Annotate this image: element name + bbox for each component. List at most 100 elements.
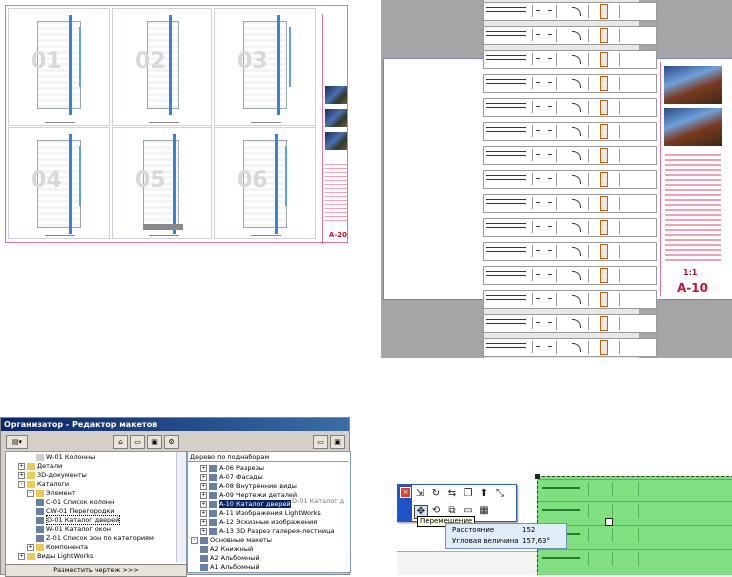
- tree-item[interactable]: + A-08 Внутренние виды: [200, 482, 297, 490]
- expand-icon[interactable]: +: [27, 543, 34, 551]
- row-mark: [548, 322, 552, 323]
- scrollbar[interactable]: [176, 452, 186, 562]
- new-folder-icon[interactable]: ▭: [130, 435, 145, 449]
- multiply-icon[interactable]: ▦: [478, 505, 490, 517]
- tracker-value[interactable]: 152: [522, 525, 535, 535]
- place-drawing-button[interactable]: Разместить чертеж >>>: [5, 564, 187, 577]
- tree-item[interactable]: W-01 Колонны: [36, 453, 95, 461]
- drawing-cell-3[interactable]: 03: [214, 8, 316, 126]
- tree-item[interactable]: + A-10 Каталог дверей: [200, 500, 291, 508]
- drawing-cell-2[interactable]: 02: [112, 8, 212, 126]
- expand-icon[interactable]: +: [18, 471, 25, 479]
- settings-icon[interactable]: ⚙: [164, 435, 179, 449]
- tree-item[interactable]: + A-07 Фасады: [200, 473, 263, 481]
- row-divider: [556, 173, 557, 186]
- view-icon: [209, 473, 217, 481]
- tree-item[interactable]: A2 Альбомный: [200, 554, 260, 562]
- row-divider: [556, 149, 557, 162]
- schedule-row: [538, 549, 732, 568]
- drawing-cell-5[interactable]: 05: [112, 127, 212, 239]
- expand-icon[interactable]: +: [200, 473, 207, 481]
- row-divider: [588, 149, 589, 162]
- collapse-icon[interactable]: -: [191, 536, 198, 544]
- home-icon[interactable]: ⌂: [113, 435, 128, 449]
- expand-icon[interactable]: +: [200, 464, 207, 472]
- tree-item[interactable]: + Компонента: [27, 543, 88, 551]
- view-icon: [209, 509, 217, 517]
- close-icon[interactable]: ×: [400, 487, 411, 498]
- row-divider: [532, 317, 543, 329]
- resize-icon[interactable]: ⤡: [494, 488, 506, 500]
- expand-icon[interactable]: +: [200, 509, 207, 517]
- row-divider: [588, 317, 589, 330]
- expand-icon[interactable]: +: [200, 482, 207, 490]
- tree-item[interactable]: + A-13 3D Разрез галерея-лестница: [200, 527, 335, 535]
- elevate-icon[interactable]: ⬆: [478, 488, 490, 500]
- selection-handle[interactable]: [535, 474, 540, 479]
- tree-item[interactable]: + A-06 Разрезы: [200, 464, 264, 472]
- drag-icon[interactable]: ⇲: [414, 488, 426, 500]
- row-mark: [536, 10, 540, 11]
- row-line: [486, 103, 526, 104]
- row-divider: [588, 101, 589, 114]
- row-mark: [536, 274, 540, 275]
- expand-icon[interactable]: +: [200, 518, 207, 526]
- tracker-value[interactable]: 157,63°: [522, 536, 550, 546]
- tree-item[interactable]: C-01 Список колонн: [36, 498, 114, 506]
- palette-handle[interactable]: ×: [398, 485, 412, 521]
- collapse-icon[interactable]: -: [18, 480, 25, 488]
- drawing-cell-1[interactable]: 01: [8, 8, 110, 126]
- schedule-row: [538, 501, 732, 520]
- selection-handle[interactable]: [605, 518, 613, 526]
- row-divider: [638, 528, 639, 542]
- mirror-icon[interactable]: ⇆: [446, 488, 458, 500]
- cell-number: 04: [31, 168, 62, 193]
- new-layout-icon[interactable]: ▣: [330, 435, 345, 449]
- row-line: [486, 199, 526, 200]
- new-view-icon[interactable]: ▣: [147, 435, 162, 449]
- row-divider: [588, 221, 589, 234]
- tree-item-label: Каталоги: [37, 480, 70, 488]
- tree-item[interactable]: - Элемент: [27, 489, 76, 497]
- tree-item[interactable]: - Основные макеты: [191, 536, 272, 544]
- tree-item[interactable]: + A-11 Изображения LightWorks: [200, 509, 321, 517]
- rotate-icon[interactable]: ↻: [430, 488, 442, 500]
- new-folder-icon[interactable]: ▭: [313, 435, 328, 449]
- tree-mode-select[interactable]: Дерево по поднаборам: [188, 452, 348, 462]
- layout-book-tree[interactable]: Дерево по поднаборам + A-06 Разрезы + A-07 …: [187, 451, 351, 573]
- tree-item[interactable]: Z-01 Список зон по категориям: [36, 534, 154, 542]
- view-map-tree[interactable]: W-01 Колонны + Детали +3D-документы - Каталог…: [5, 451, 187, 565]
- tree-item[interactable]: W-01 Каталог окон: [36, 525, 111, 533]
- row-divider: [619, 245, 620, 258]
- expand-icon[interactable]: +: [200, 500, 207, 508]
- caption-line: [149, 122, 179, 123]
- door-schedule-row: [483, 26, 657, 45]
- tree-item[interactable]: +3D-документы: [18, 471, 87, 479]
- tree-item[interactable]: A1 Альбомный: [200, 563, 260, 571]
- collapse-icon[interactable]: -: [27, 489, 34, 497]
- tree-item-label: Основные макеты: [210, 536, 272, 544]
- copy-icon[interactable]: ❐: [462, 488, 474, 500]
- row-line: [486, 319, 526, 320]
- tree-item[interactable]: A2 Книжный: [200, 545, 253, 553]
- door-elevation-symbol: [600, 52, 608, 67]
- row-line: [486, 247, 526, 248]
- drawing-cell-4[interactable]: 04: [8, 127, 110, 239]
- tree-item[interactable]: + A-12 Эскизные изображения: [200, 518, 317, 526]
- view-mode-button[interactable]: ▤▾: [6, 435, 28, 449]
- tree-item[interactable]: + A-09 Чертежи деталей: [200, 491, 297, 499]
- expand-icon[interactable]: +: [200, 491, 207, 499]
- expand-icon[interactable]: +: [200, 527, 207, 535]
- tree-item[interactable]: D-01 Каталог дверей: [36, 515, 121, 525]
- tree-item[interactable]: + Виды LightWorks: [18, 552, 93, 560]
- row-mark: [536, 130, 540, 131]
- expand-icon[interactable]: +: [18, 552, 25, 560]
- expand-icon[interactable]: +: [18, 462, 25, 470]
- tree-item[interactable]: CW-01 Перегородки: [36, 507, 115, 515]
- tree-item[interactable]: - Каталоги: [18, 480, 69, 488]
- row-line: [486, 35, 526, 36]
- row-divider: [619, 77, 620, 90]
- row-line: [486, 151, 526, 152]
- drawing-cell-6[interactable]: 06: [214, 127, 316, 239]
- tree-item[interactable]: + Детали: [18, 462, 62, 470]
